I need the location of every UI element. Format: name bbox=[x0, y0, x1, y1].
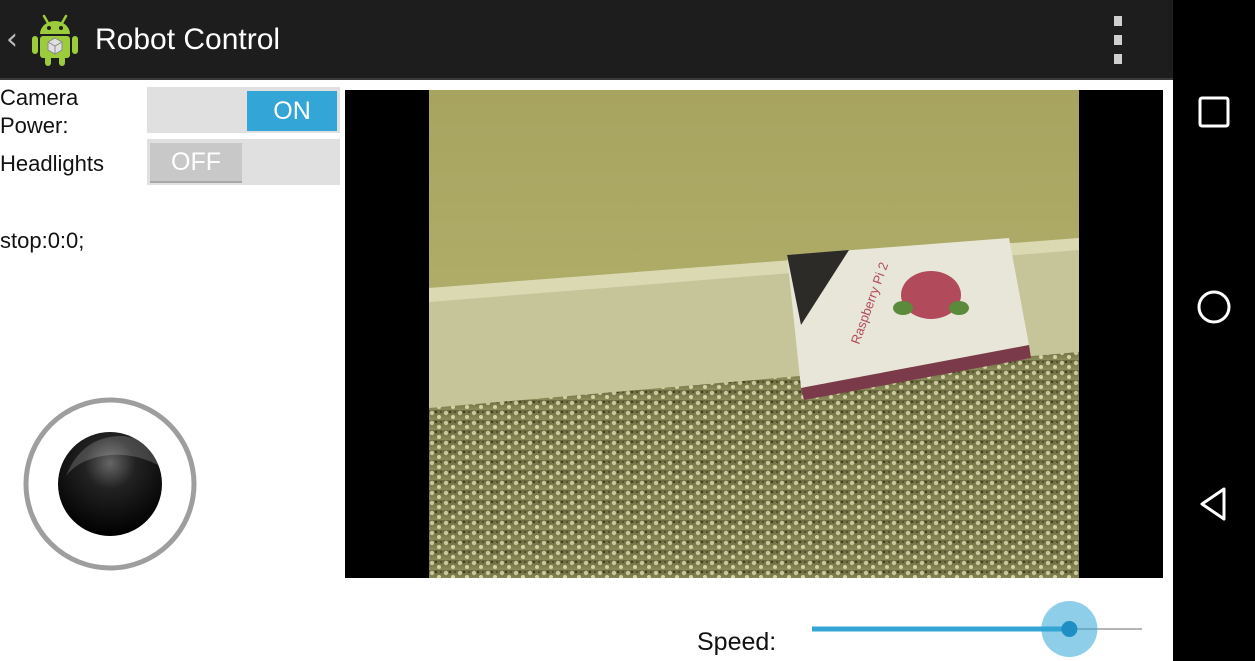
back-triangle-icon[interactable] bbox=[1194, 484, 1234, 524]
speed-label: Speed: bbox=[697, 628, 777, 656]
navigation-bar bbox=[1173, 0, 1255, 661]
speed-slider[interactable] bbox=[810, 600, 1144, 658]
status-text: stop:0:0; bbox=[0, 228, 85, 253]
recents-square-icon[interactable] bbox=[1194, 92, 1234, 132]
camera-feed-image: Raspberry Pi 2 bbox=[429, 90, 1079, 578]
action-bar: ‹ Robot Control bbox=[0, 0, 1173, 80]
chevron-left-icon[interactable]: ‹ bbox=[6, 22, 18, 58]
android-robot-icon[interactable] bbox=[30, 12, 80, 68]
joystick[interactable] bbox=[22, 396, 198, 572]
camera-power-label: Camera Power: bbox=[0, 85, 79, 138]
overflow-menu-icon[interactable] bbox=[1104, 16, 1132, 64]
app-title: Robot Control bbox=[95, 23, 281, 56]
headlights-label: Headlights bbox=[0, 151, 104, 176]
home-circle-icon[interactable] bbox=[1194, 287, 1234, 327]
slider-thumb bbox=[1061, 621, 1078, 637]
headlights-toggle[interactable]: OFF bbox=[147, 139, 340, 185]
camera-power-toggle-thumb: ON bbox=[247, 91, 337, 131]
headlights-toggle-thumb: OFF bbox=[150, 143, 242, 183]
camera-view: Raspberry Pi 2 bbox=[345, 90, 1163, 578]
camera-power-toggle[interactable]: ON bbox=[147, 87, 340, 133]
